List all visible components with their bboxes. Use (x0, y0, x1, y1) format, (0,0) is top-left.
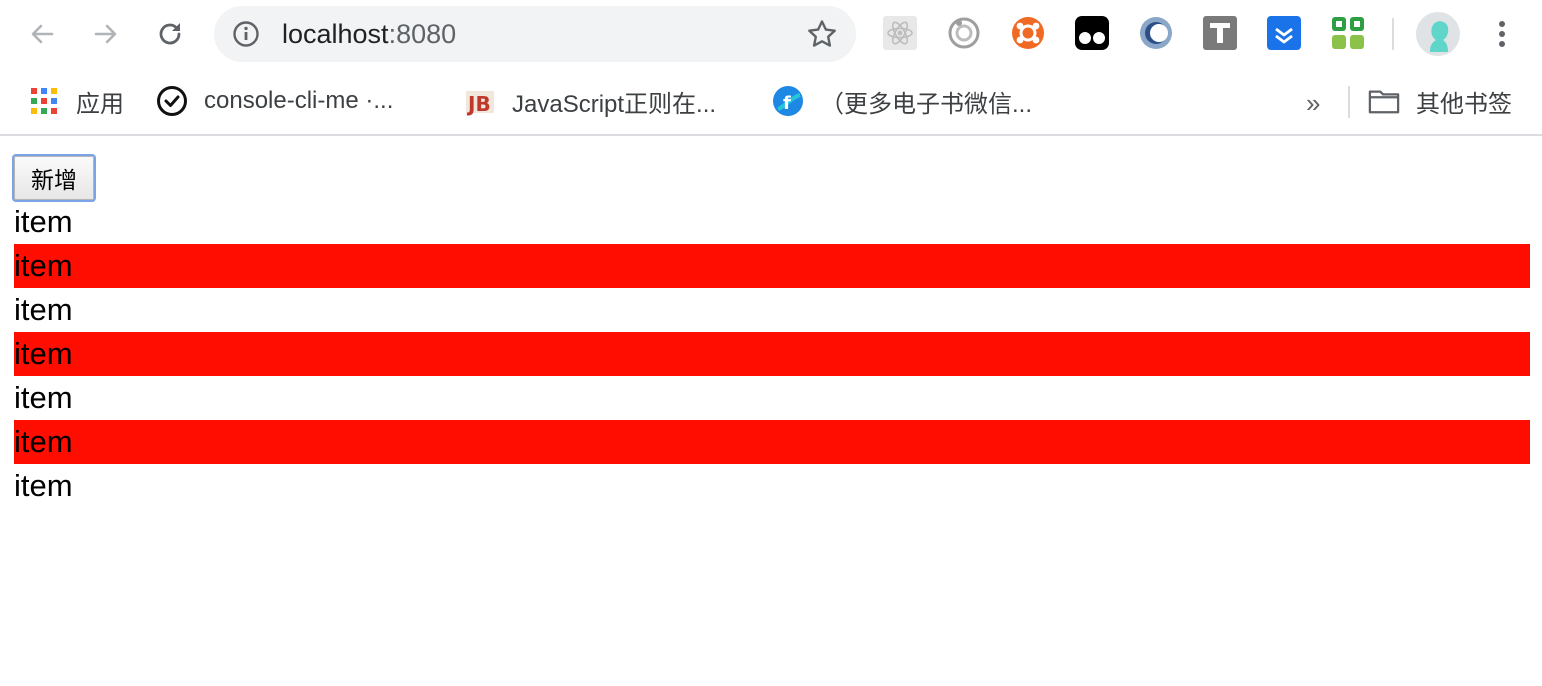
list-item: item (14, 204, 73, 239)
browser-menu-button[interactable] (1486, 16, 1518, 52)
bookmark-label: JavaScript正则在... (512, 90, 717, 118)
url-host: localhost (282, 19, 389, 49)
bookmarks-divider (1348, 86, 1350, 118)
item-list: item item item item item item item (14, 200, 1530, 508)
bookmark-item[interactable]: console-cli-me ·... (156, 82, 393, 120)
apps-grid-icon (28, 85, 60, 117)
list-item: item (14, 468, 73, 503)
info-icon[interactable] (232, 20, 260, 48)
back-arrow-icon (31, 24, 54, 44)
bookmarks-overflow-button[interactable]: » (1306, 88, 1320, 119)
browser-toolbar: localhost:8080 (0, 0, 1542, 68)
crescent-icon[interactable] (1139, 16, 1173, 50)
page-content: 新增 item item item item item item item (0, 136, 1542, 686)
avatar-icon (1430, 21, 1449, 52)
list-item: item (14, 380, 73, 415)
address-bar[interactable]: localhost:8080 (214, 6, 856, 62)
t-icon[interactable] (1203, 16, 1237, 50)
list-item-highlighted: item (14, 332, 1530, 376)
svg-text:JB: JB (466, 92, 491, 116)
back-button[interactable] (22, 14, 62, 54)
bookmark-item[interactable]: JB JavaScript正则在... (464, 82, 716, 120)
bookmark-apps[interactable]: 应用 (28, 82, 124, 120)
profile-avatar[interactable] (1416, 12, 1460, 56)
bookmark-label: 其他书签 (1416, 90, 1512, 118)
bookmark-label: console-cli-me ·... (204, 87, 394, 114)
check-circle-icon (156, 85, 188, 117)
jb-icon: JB (464, 85, 496, 117)
other-bookmarks-folder[interactable]: 其他书签 (1368, 82, 1512, 120)
toolbar-divider (1392, 18, 1394, 50)
forward-button[interactable] (86, 14, 126, 54)
download-icon[interactable] (1267, 16, 1301, 50)
f-logo-icon: f (772, 85, 804, 117)
reload-button[interactable] (150, 14, 190, 54)
list-item: item (14, 292, 73, 327)
eye-target-icon[interactable] (947, 16, 981, 50)
bookmark-label: 应用 (76, 90, 124, 118)
folder-icon (1368, 85, 1400, 117)
forward-arrow-icon (94, 24, 117, 44)
tampermonkey-icon[interactable] (1075, 16, 1109, 50)
bookmark-star-icon[interactable] (806, 18, 838, 50)
bookmark-label: （更多电子书微信... (820, 90, 1033, 118)
url-text[interactable]: localhost:8080 (282, 19, 456, 49)
grid-icon[interactable] (1331, 16, 1365, 50)
list-item-highlighted: item (14, 420, 1530, 464)
add-button[interactable]: 新增 (12, 154, 96, 202)
list-item-highlighted: item (14, 244, 1530, 288)
ubuntu-icon[interactable] (1011, 16, 1045, 50)
svg-text:f: f (783, 93, 791, 114)
react-devtools-icon[interactable] (883, 16, 917, 50)
bookmarks-bar: 应用 console-cli-me ·... JB JavaScript正则在.… (0, 68, 1542, 136)
bookmark-item[interactable]: f （更多电子书微信... (772, 82, 1032, 120)
reload-icon (159, 23, 181, 45)
more-vert-icon (1499, 21, 1505, 47)
url-port: :8080 (388, 19, 457, 49)
